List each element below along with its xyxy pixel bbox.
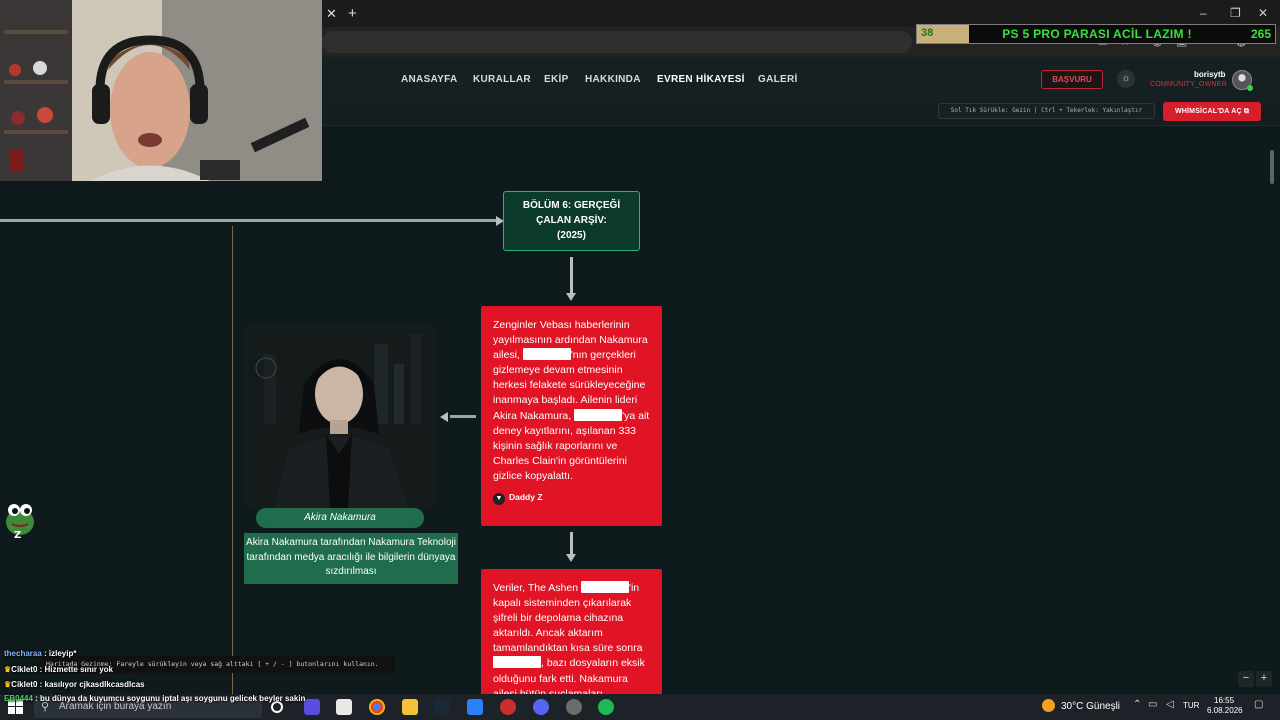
nav-link-gallery[interactable]: GALERİ [758, 74, 798, 85]
story-author: ▼ Daddy Z [493, 490, 650, 506]
nav-link-home[interactable]: ANASAYFA [401, 74, 458, 85]
chapter-year: (2025) [557, 230, 586, 241]
nav-link-about[interactable]: HAKKINDA [585, 74, 641, 85]
chrome-icon[interactable] [369, 699, 385, 715]
theme-toggle-icon[interactable]: ☼ [1117, 70, 1135, 88]
chat-text: : kasılıyor cjkasdlkcasdlcas [37, 680, 145, 689]
nav-link-team[interactable]: EKİP [544, 74, 569, 85]
chat-text: : Hizmette sınır yok [37, 665, 113, 674]
chapter-node[interactable]: BÖLÜM 6: GERÇEĞİ ÇALAN ARŞİV: (2025) [503, 191, 640, 251]
app-icon[interactable] [304, 699, 320, 715]
redacted-block [574, 408, 623, 421]
file-explorer-icon[interactable] [402, 699, 418, 715]
story-card[interactable]: Zenginler Vebası haberlerinin yayılmasın… [481, 306, 662, 526]
user-name: borisytb [1194, 70, 1226, 79]
sun-icon [1042, 699, 1055, 712]
author-avatar-icon: ▼ [493, 493, 505, 506]
arrow-left-icon [440, 412, 448, 422]
window-close-icon[interactable]: ✕ [1258, 6, 1268, 20]
story-card[interactable]: Veriler, The Ashen 'in kapalı sisteminde… [481, 569, 662, 694]
redacted-block [493, 656, 541, 669]
frog-emote-icon: Z [4, 500, 38, 541]
weather-text: 30°C Güneşli [1061, 701, 1121, 712]
new-tab-icon[interactable]: + [348, 5, 357, 22]
vertical-scrollbar[interactable] [1270, 150, 1274, 184]
chat-message: ♛Ciklet0 : Hizmette sınır yok [4, 665, 113, 674]
network-icon[interactable]: ▭ [1148, 699, 1157, 710]
chat-message: ♛Ciklet0 : kasılıyor cjkasdlkcasdlcas [4, 680, 145, 689]
chevron-up-icon[interactable]: ⌃ [1133, 699, 1141, 710]
connector-down [570, 257, 573, 293]
chat-username: EB0444 [4, 694, 33, 703]
app-icon[interactable] [500, 699, 516, 715]
chat-text: : izleyip* [41, 649, 77, 658]
weather-widget[interactable]: 30°C Güneşli [1042, 699, 1120, 712]
author-name: Daddy Z [509, 492, 543, 503]
language-indicator[interactable]: TUR [1183, 701, 1199, 710]
donation-title: PS 5 PRO PARASI ACİL LAZIM ! [1002, 27, 1192, 41]
clock-time[interactable]: 16:55 [1214, 696, 1234, 705]
connector-left [450, 415, 476, 418]
chapter-title-line: ÇALAN ARŞİV: [536, 215, 607, 226]
url-field[interactable] [322, 31, 912, 53]
arrow-down-icon [566, 554, 576, 562]
navigation-hint: Sol Tık Sürükle: Gezin | Ctrl + Tekerlek… [938, 103, 1155, 119]
nav-link-rules[interactable]: KURALLAR [473, 74, 531, 85]
minimize-icon[interactable]: – [1200, 6, 1207, 20]
donation-current: 38 [921, 27, 934, 39]
svg-text:Z: Z [14, 530, 21, 540]
timeline-vertical-line [232, 226, 233, 694]
zoom-out-button[interactable]: − [1238, 671, 1254, 687]
donation-goal: 265 [1250, 27, 1271, 41]
chat-username: Ciklet0 [11, 680, 38, 689]
app-icon[interactable] [467, 699, 483, 715]
user-role: COMMUNITY_OWNER [1150, 81, 1227, 88]
webcam-feed [0, 0, 322, 181]
chat-text: : bu dünya da kuyumcu soygunu iptal aşı … [32, 694, 306, 703]
arrow-down-icon [566, 293, 576, 301]
story-text: Veriler, The Ashen [493, 582, 581, 594]
connector-to-chapter [0, 219, 496, 222]
spotify-icon[interactable] [598, 699, 614, 715]
volume-icon[interactable]: ◁ [1166, 699, 1174, 710]
maximize-icon[interactable]: ❐ [1230, 6, 1241, 20]
connector-down [570, 532, 573, 554]
discord-icon[interactable] [533, 699, 549, 715]
chapter-title-line: BÖLÜM 6: GERÇEĞİ [522, 200, 621, 211]
character-portrait [244, 324, 435, 508]
character-name-label: Akira Nakamura [256, 508, 424, 528]
nav-link-universe-story[interactable]: EVREN HİKAYESİ [657, 74, 745, 85]
steam-icon[interactable] [434, 699, 450, 715]
chat-message: EB0444 : bu dünya da kuyumcu soygunu ipt… [4, 694, 305, 703]
apply-button[interactable]: BAŞVURU [1041, 70, 1103, 89]
online-status-dot [1247, 85, 1253, 91]
redacted-block [522, 348, 571, 361]
chat-username: Ciklet0 [11, 665, 38, 674]
clock-date[interactable]: 6.08.2026 [1207, 706, 1243, 715]
character-caption: Akira Nakamura tarafından Nakamura Tekno… [244, 533, 458, 584]
tab-close-icon[interactable]: ✕ [326, 6, 337, 22]
chat-username: thecharaa [4, 649, 42, 658]
donation-goal-bar: 38 PS 5 PRO PARASI ACİL LAZIM ! 265 [916, 24, 1276, 44]
app-icon[interactable] [566, 699, 582, 715]
chat-message: thecharaa : izleyip* [4, 649, 76, 658]
redacted-block [580, 581, 629, 593]
open-in-whimsical-button[interactable]: WHİMSİCAL'DA AÇ ⧉ [1163, 102, 1261, 121]
notification-icon[interactable]: ▢ [1254, 699, 1263, 710]
zoom-in-button[interactable]: + [1256, 671, 1272, 687]
store-icon[interactable] [336, 699, 352, 715]
